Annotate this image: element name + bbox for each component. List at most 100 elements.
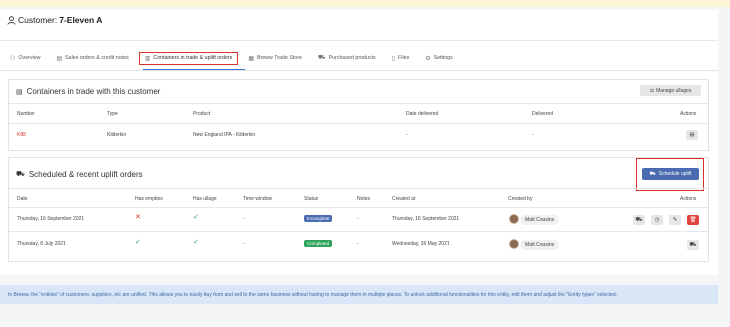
uplift-notes: - (357, 241, 359, 247)
uplift-created-at: Thursday, 16 September 2021 (392, 216, 460, 222)
col-header-date: Date (17, 196, 28, 202)
uplift-notes: - (357, 216, 359, 222)
barrel-icon: ▥ (144, 55, 151, 62)
container-date-delivered: - (406, 132, 408, 138)
divider (9, 231, 708, 232)
customer-name: 7-Eleven A (59, 15, 103, 25)
uplift-time-window: - (243, 216, 245, 222)
tab-divider (0, 70, 718, 71)
uplift-history-button[interactable]: ◷ (651, 215, 663, 225)
panel-title-text: Containers in trade with this customer (26, 87, 161, 96)
col-header-status: Status (304, 196, 319, 202)
user-icon (7, 15, 16, 25)
document-icon: ▤ (56, 55, 63, 62)
tab-label: Sales orders & credit notes (65, 55, 129, 61)
col-header-has-empties: Has empties (135, 196, 163, 202)
uplift-created-at: Wednesday, 26 May 2021 (392, 241, 450, 247)
col-header-number: Number (17, 111, 35, 117)
col-header-actions: Actions (680, 111, 697, 117)
uplift-title: ⛟ Scheduled & recent uplift orders (16, 170, 143, 179)
cart-icon: ⛟ (318, 55, 326, 61)
page-edge (718, 10, 730, 327)
status-badge: Incomplete (304, 215, 333, 222)
tab-containers[interactable]: ▥ Containers in trade & uplift orders (138, 51, 239, 65)
uplift-delete-button[interactable]: 🗑 (687, 215, 699, 225)
status-badge: Completed (304, 240, 333, 247)
truck-icon: ⛟ (16, 171, 25, 178)
col-header-has-ullage: Has ullage (193, 196, 217, 202)
info-banner: In Breww, the "entities" of customers, s… (0, 285, 718, 304)
check-icon: ✓ (193, 214, 199, 221)
clock-icon: ◷ (654, 217, 660, 223)
col-header-date-delivered: Date delivered (406, 111, 439, 117)
uplift-date: Thursday, 8 July 2021 (17, 241, 66, 247)
created-by-pill: Matt Cousins (520, 240, 560, 250)
col-header-product: Product (193, 111, 211, 117)
container-type: Kilderkin (107, 132, 127, 138)
containers-title: ▤ Containers in trade with this customer (16, 87, 160, 96)
col-header-notes: Notes (357, 196, 371, 202)
uplift-edit-button[interactable]: ✎ (669, 215, 681, 225)
tab-bar: ⚇ Overview ▤ Sales orders & credit notes ▥… (10, 51, 469, 65)
truck-icon: ⛟ (689, 241, 697, 248)
divider (9, 188, 708, 189)
schedule-uplift-button[interactable]: ⛟ Schedule uplift (642, 168, 699, 180)
pencil-icon: ✎ (672, 217, 678, 223)
tab-purchased-products[interactable]: ⛟ Purchased products (318, 52, 376, 65)
uplift-panel: ⛟ Scheduled & recent uplift orders ⛟ Sch… (8, 157, 709, 262)
avatar (509, 239, 519, 249)
containers-panel: ▤ Containers in trade with this customer… (8, 79, 709, 151)
uplift-truck-button[interactable]: ⛟ (687, 240, 699, 250)
tab-files[interactable]: ▯ Files (392, 52, 410, 65)
divider (0, 40, 718, 41)
check-icon: ✓ (193, 239, 199, 246)
tab-label: Breww Trade Store (256, 55, 303, 61)
trash-icon: 🗑 (689, 217, 697, 223)
top-notice-strip (0, 0, 730, 7)
tab-sales-orders[interactable]: ▤ Sales orders & credit notes (56, 52, 128, 65)
avatar (509, 214, 519, 224)
tab-label: Files (398, 55, 410, 61)
check-icon: ✓ (135, 239, 141, 246)
tab-label: Containers in trade & uplift orders (153, 55, 233, 61)
tab-trade-store[interactable]: ▦ Breww Trade Store (248, 52, 302, 65)
customer-label: Customer: (18, 15, 58, 25)
customer-header: Customer: 7-Eleven A (7, 13, 102, 27)
tab-label: Overview (18, 55, 41, 61)
scale-icon: ⚖ (649, 87, 655, 94)
panel-title-text: Scheduled & recent uplift orders (28, 170, 143, 179)
col-header-actions: Actions (680, 196, 697, 202)
col-header-created-by: Created by (508, 196, 533, 202)
manage-ullages-button[interactable]: ⚖ Manage ullages (640, 85, 701, 96)
tab-settings[interactable]: ⚙ Settings (425, 52, 453, 65)
col-header-time-window: Time window (243, 196, 272, 202)
uplift-time-window: - (243, 241, 245, 247)
user-icon: ⚇ (10, 55, 16, 62)
col-header-delivered: Delivered (532, 111, 554, 117)
container-product: New England IPA - Kilderkin (193, 132, 256, 138)
container-number-link[interactable]: K88 (17, 132, 26, 138)
barrel-icon: ▤ (16, 88, 23, 96)
tab-overview[interactable]: ⚇ Overview (10, 52, 40, 65)
divider (9, 103, 708, 104)
truck-icon: ⛟ (649, 170, 656, 177)
store-icon: ▦ (248, 55, 254, 62)
barrel-icon: ▤ (689, 132, 695, 138)
button-label: Manage ullages (656, 87, 692, 94)
tab-label: Purchased products (328, 55, 376, 61)
truck-icon: ⛟ (635, 216, 643, 223)
col-header-type: Type (107, 111, 118, 117)
gears-icon: ⚙ (425, 55, 431, 62)
uplift-truck-button[interactable]: ⛟ (633, 215, 645, 225)
uplift-date: Thursday, 16 September 2021 (17, 216, 85, 222)
divider (9, 207, 708, 208)
container-delivered: - (532, 132, 534, 138)
created-by-pill: Matt Cousins (520, 215, 560, 225)
cross-icon: ✕ (135, 214, 141, 221)
tab-label: Settings (433, 55, 453, 61)
col-header-created-at: Created at (392, 196, 416, 202)
container-view-button[interactable]: ▤ (686, 130, 698, 140)
button-label: Schedule uplift (658, 171, 692, 177)
file-icon: ▯ (391, 55, 396, 62)
divider (9, 123, 708, 124)
